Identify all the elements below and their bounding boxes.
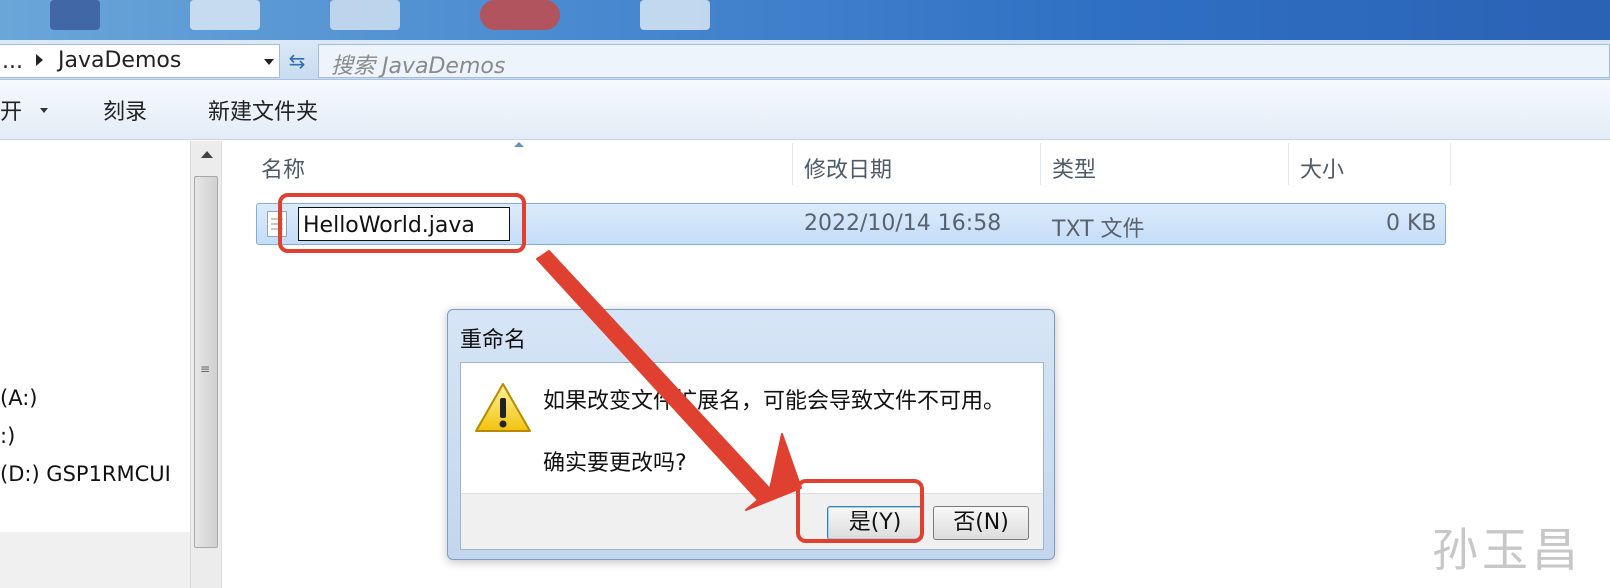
chevron-down-icon[interactable] <box>264 59 274 65</box>
nav-pane-footer <box>0 532 190 588</box>
new-folder-button[interactable]: 新建文件夹 <box>208 94 318 126</box>
nav-item-drive-c[interactable]: :) <box>0 424 15 448</box>
desktop-icon <box>330 0 400 30</box>
command-toolbar: 开 刻录 新建文件夹 <box>0 80 1610 140</box>
nav-item-drive-d[interactable]: (D:) GSP1RMCUI <box>0 462 171 486</box>
nav-item-drive-a[interactable]: (A:) <box>0 386 37 410</box>
grip-icon: ≡ <box>200 362 211 376</box>
nav-scrollbar[interactable]: ≡ <box>190 141 222 588</box>
author-watermark: 孙玉昌 <box>1432 523 1582 577</box>
dialog-title: 重命名 <box>460 328 527 353</box>
file-type: TXT 文件 <box>1052 217 1145 242</box>
column-divider[interactable] <box>1450 143 1451 185</box>
rename-confirm-dialog: 重命名 如果改变文件扩展名，可能会导致文件不可用。 确实要更改吗? 是(Y) 否… <box>447 309 1055 560</box>
desktop-background-strip <box>0 0 1610 42</box>
refresh-icon[interactable]: ⇆ <box>282 44 312 78</box>
desktop-icon <box>190 0 260 30</box>
column-header-modified[interactable]: 修改日期 <box>804 152 892 184</box>
desktop-icon <box>50 0 100 30</box>
warning-icon <box>475 383 531 432</box>
desktop-icon <box>640 0 710 30</box>
file-size: 0 KB <box>1386 211 1437 236</box>
open-button[interactable]: 开 <box>0 94 22 126</box>
column-header-size[interactable]: 大小 <box>1300 152 1344 184</box>
no-button[interactable]: 否(N) <box>933 506 1029 540</box>
file-modified-date: 2022/10/14 16:58 <box>804 211 1002 236</box>
sort-ascending-icon <box>514 142 524 147</box>
column-divider[interactable] <box>1040 143 1041 185</box>
dialog-body: 如果改变文件扩展名，可能会导致文件不可用。 确实要更改吗? 是(Y) 否(N) <box>460 362 1044 550</box>
address-overflow[interactable]: ... <box>2 49 23 74</box>
dialog-message: 如果改变文件扩展名，可能会导致文件不可用。 <box>543 389 1006 414</box>
column-divider[interactable] <box>792 143 793 185</box>
search-placeholder: 搜索 JavaDemos <box>331 54 506 79</box>
annotation-highlight-yes-button <box>796 479 924 543</box>
desktop-icon <box>480 0 560 30</box>
column-header-name[interactable]: 名称 <box>261 152 305 184</box>
dialog-question: 确实要更改吗? <box>543 451 687 476</box>
search-input[interactable]: 搜索 JavaDemos <box>318 44 1610 79</box>
breadcrumb-chevron-icon[interactable] <box>36 54 43 66</box>
annotation-highlight-filename <box>278 193 526 253</box>
scroll-up-arrow-icon[interactable] <box>201 151 213 158</box>
address-bar[interactable]: ... JavaDemos <box>0 44 280 78</box>
burn-button[interactable]: 刻录 <box>103 94 147 126</box>
breadcrumb-current-folder[interactable]: JavaDemos <box>58 48 181 73</box>
chevron-down-icon[interactable] <box>40 108 48 113</box>
scrollbar-thumb[interactable]: ≡ <box>194 176 218 548</box>
column-divider[interactable] <box>1288 143 1289 185</box>
column-header-type[interactable]: 类型 <box>1052 152 1096 184</box>
dialog-button-bar: 是(Y) 否(N) <box>461 493 1043 549</box>
navigation-pane: (A:) :) (D:) GSP1RMCUI <box>0 141 190 588</box>
